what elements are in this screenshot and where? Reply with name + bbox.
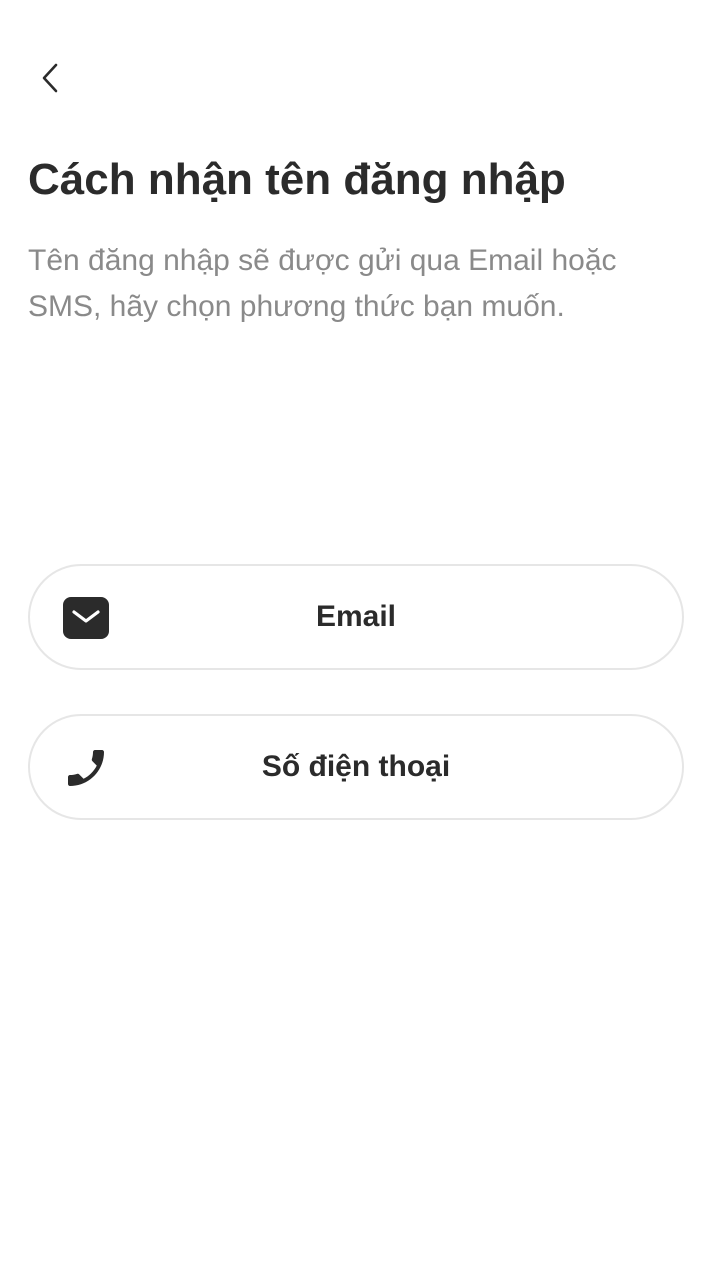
back-button[interactable]: [28, 56, 72, 100]
phone-option-label: Số điện thoại: [261, 750, 451, 783]
page-subtitle: Tên đăng nhập sẽ được gửi qua Email hoặc…: [28, 244, 617, 323]
phone-option-button[interactable]: Số điện thoại: [28, 714, 684, 820]
email-option-label: Email: [315, 600, 397, 633]
chevron-left-icon: [39, 61, 61, 95]
email-option-button[interactable]: Email: [28, 564, 684, 670]
page-title: Cách nhận tên đăng nhập: [28, 155, 566, 204]
